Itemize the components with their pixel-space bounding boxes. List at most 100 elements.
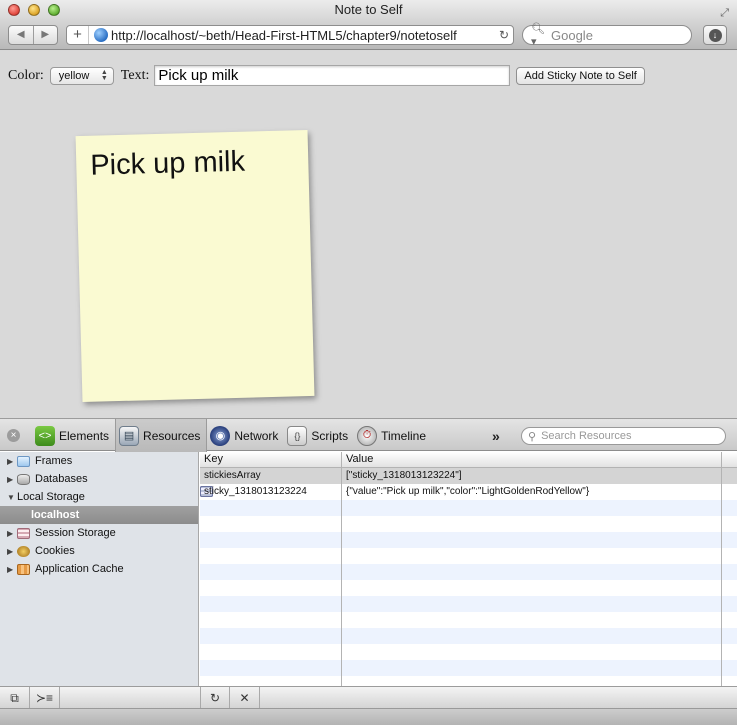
inspector-toolbar: × <> Elements ▤ Resources ◉ Network {} S… xyxy=(0,418,737,452)
back-arrow-icon: ◀ xyxy=(16,29,25,40)
table-cell-value: ["sticky_1318013123224"] xyxy=(342,468,722,484)
inspector-tabs: <> Elements ▤ Resources ◉ Network {} Scr… xyxy=(32,419,432,452)
sidebar-item-label: localhost xyxy=(31,509,80,521)
note-text-input[interactable]: Pick up milk xyxy=(154,65,511,86)
select-arrows-icon: ▲ ▼ xyxy=(100,68,108,82)
tab-label: Resources xyxy=(143,428,201,443)
sticky-form: Color: yellow ▲ ▼ Text: Pick up milk Add … xyxy=(8,65,645,86)
timeline-icon: ⏱ xyxy=(357,425,378,446)
disclosure-triangle-icon[interactable]: ▶ xyxy=(7,475,17,484)
sidebar-item-session-storage[interactable]: ▶ Session Storage xyxy=(0,524,198,542)
web-search-placeholder: Google xyxy=(551,27,593,43)
sticky-note-text: Pick up milk xyxy=(89,145,246,182)
sidebar-item-localhost[interactable]: localhost xyxy=(0,486,213,524)
download-icon: ↓ xyxy=(708,28,722,42)
search-resources-input[interactable]: ⚲ Search Resources xyxy=(521,427,726,445)
table-row-empty xyxy=(200,612,737,628)
sidebar-item-frames[interactable]: ▶ Frames xyxy=(0,452,198,470)
sidebar-item-label: Session Storage xyxy=(35,527,116,539)
table-row-empty xyxy=(200,548,737,564)
close-inspector-icon[interactable]: × xyxy=(7,429,20,442)
table-row[interactable]: sticky_1318013123224 {"value":"Pick up m… xyxy=(200,484,737,500)
session-storage-icon xyxy=(17,527,30,539)
table-row-empty xyxy=(200,516,737,532)
web-inspector: × <> Elements ▤ Resources ◉ Network {} S… xyxy=(0,418,737,725)
table-row-empty xyxy=(200,564,737,580)
column-header-key[interactable]: Key xyxy=(200,452,342,467)
tab-label: Elements xyxy=(59,428,110,443)
web-search-input[interactable]: 🔍︎▾ Google xyxy=(522,23,692,48)
window-status-bar xyxy=(0,708,737,725)
tab-elements[interactable]: <> Elements xyxy=(32,419,115,452)
back-button[interactable]: ◀ xyxy=(9,26,34,44)
color-select[interactable]: yellow ▲ ▼ xyxy=(49,66,114,85)
folder-icon xyxy=(17,455,30,467)
tab-resources[interactable]: ▤ Resources xyxy=(115,419,208,452)
resources-icon: ▤ xyxy=(119,425,140,446)
database-icon xyxy=(17,473,30,485)
table-row-empty xyxy=(200,532,737,548)
table-row[interactable]: stickiesArray ["sticky_1318013123224"] xyxy=(200,468,737,484)
inspector-footer: ⧉ ≻≡ ↻ ✕ xyxy=(0,686,737,709)
add-bookmark-icon[interactable]: + xyxy=(67,26,89,44)
tab-network[interactable]: ◉ Network xyxy=(207,419,284,452)
forward-button[interactable]: ▶ xyxy=(34,26,58,44)
window-title: Note to Self xyxy=(334,2,403,17)
disclosure-triangle-icon[interactable]: ▶ xyxy=(7,529,17,538)
search-icon: 🔍︎▾ xyxy=(531,23,545,48)
app-cache-icon xyxy=(17,563,30,575)
address-bar[interactable]: + http://localhost/~beth/Head-First-HTML… xyxy=(66,25,514,45)
zoom-window-button[interactable] xyxy=(48,4,60,16)
sticky-note[interactable]: Pick up milk xyxy=(75,130,315,402)
url-text[interactable]: http://localhost/~beth/Head-First-HTML5/… xyxy=(111,28,495,43)
cookies-icon xyxy=(17,545,30,557)
console-toggle-icon[interactable]: ≻≡ xyxy=(30,687,60,709)
browser-toolbar: ◀ ▶ + http://localhost/~beth/Head-First-… xyxy=(0,20,737,50)
color-label: Color: xyxy=(8,67,44,83)
sidebar-item-databases[interactable]: ▶ Databases xyxy=(0,470,198,488)
search-icon: ⚲ xyxy=(528,430,537,443)
table-header: Key Value xyxy=(200,452,737,468)
table-body: stickiesArray ["sticky_1318013123224"] s… xyxy=(200,468,737,686)
disclosure-triangle-icon[interactable]: ▶ xyxy=(7,457,17,466)
add-sticky-button[interactable]: Add Sticky Note to Self xyxy=(516,66,645,85)
refresh-storage-icon[interactable]: ↻ xyxy=(200,687,230,709)
column-header-value[interactable]: Value xyxy=(342,452,722,467)
storage-table: Key Value stickiesArray ["sticky_1318013… xyxy=(200,452,737,686)
disclosure-triangle-icon[interactable]: ▶ xyxy=(7,547,17,556)
tab-label: Scripts xyxy=(311,428,349,443)
table-cell-key: stickiesArray xyxy=(200,468,342,484)
sidebar-item-label: Cookies xyxy=(35,545,75,557)
table-cell-key: sticky_1318013123224 xyxy=(200,484,342,500)
scripts-icon: {} xyxy=(287,425,308,446)
dock-toggle-icon[interactable]: ⧉ xyxy=(0,687,30,709)
nav-buttons: ◀ ▶ xyxy=(8,25,58,45)
sidebar-item-local-storage[interactable]: ▼ Local Storage xyxy=(0,486,213,506)
downloads-button[interactable]: ↓ xyxy=(703,25,727,45)
sidebar-item-cookies[interactable]: ▶ Cookies xyxy=(0,542,198,560)
network-icon: ◉ xyxy=(210,425,231,446)
tab-timeline[interactable]: ⏱ Timeline xyxy=(354,419,432,452)
disclosure-triangle-open-icon[interactable]: ▼ xyxy=(7,493,17,502)
sidebar-item-label: Local Storage xyxy=(17,491,85,503)
delete-item-icon[interactable]: ✕ xyxy=(230,687,260,709)
table-cell-value: {"value":"Pick up milk","color":"LightGo… xyxy=(342,484,722,500)
table-row-empty xyxy=(200,500,737,516)
close-window-button[interactable] xyxy=(8,4,20,16)
elements-icon: <> xyxy=(35,425,55,446)
reload-icon[interactable]: ↻ xyxy=(495,28,513,42)
minimize-window-button[interactable] xyxy=(28,4,40,16)
disclosure-triangle-icon[interactable]: ▶ xyxy=(7,565,17,574)
tab-scripts[interactable]: {} Scripts xyxy=(284,419,354,452)
more-tabs-button[interactable]: » xyxy=(492,428,500,444)
window-titlebar: Note to Self ⤢ xyxy=(0,0,737,20)
table-row-empty xyxy=(200,644,737,660)
globe-icon xyxy=(94,28,108,42)
table-row-empty xyxy=(200,628,737,644)
text-label: Text: xyxy=(120,67,150,83)
sidebar-item-application-cache[interactable]: ▶ Application Cache xyxy=(0,560,198,578)
sidebar-item-label: Application Cache xyxy=(35,563,124,575)
resources-sidebar: ▶ Frames ▶ Databases ▼ Local Storage loc… xyxy=(0,452,213,686)
table-row-empty xyxy=(200,596,737,612)
tab-label: Network xyxy=(234,428,279,443)
